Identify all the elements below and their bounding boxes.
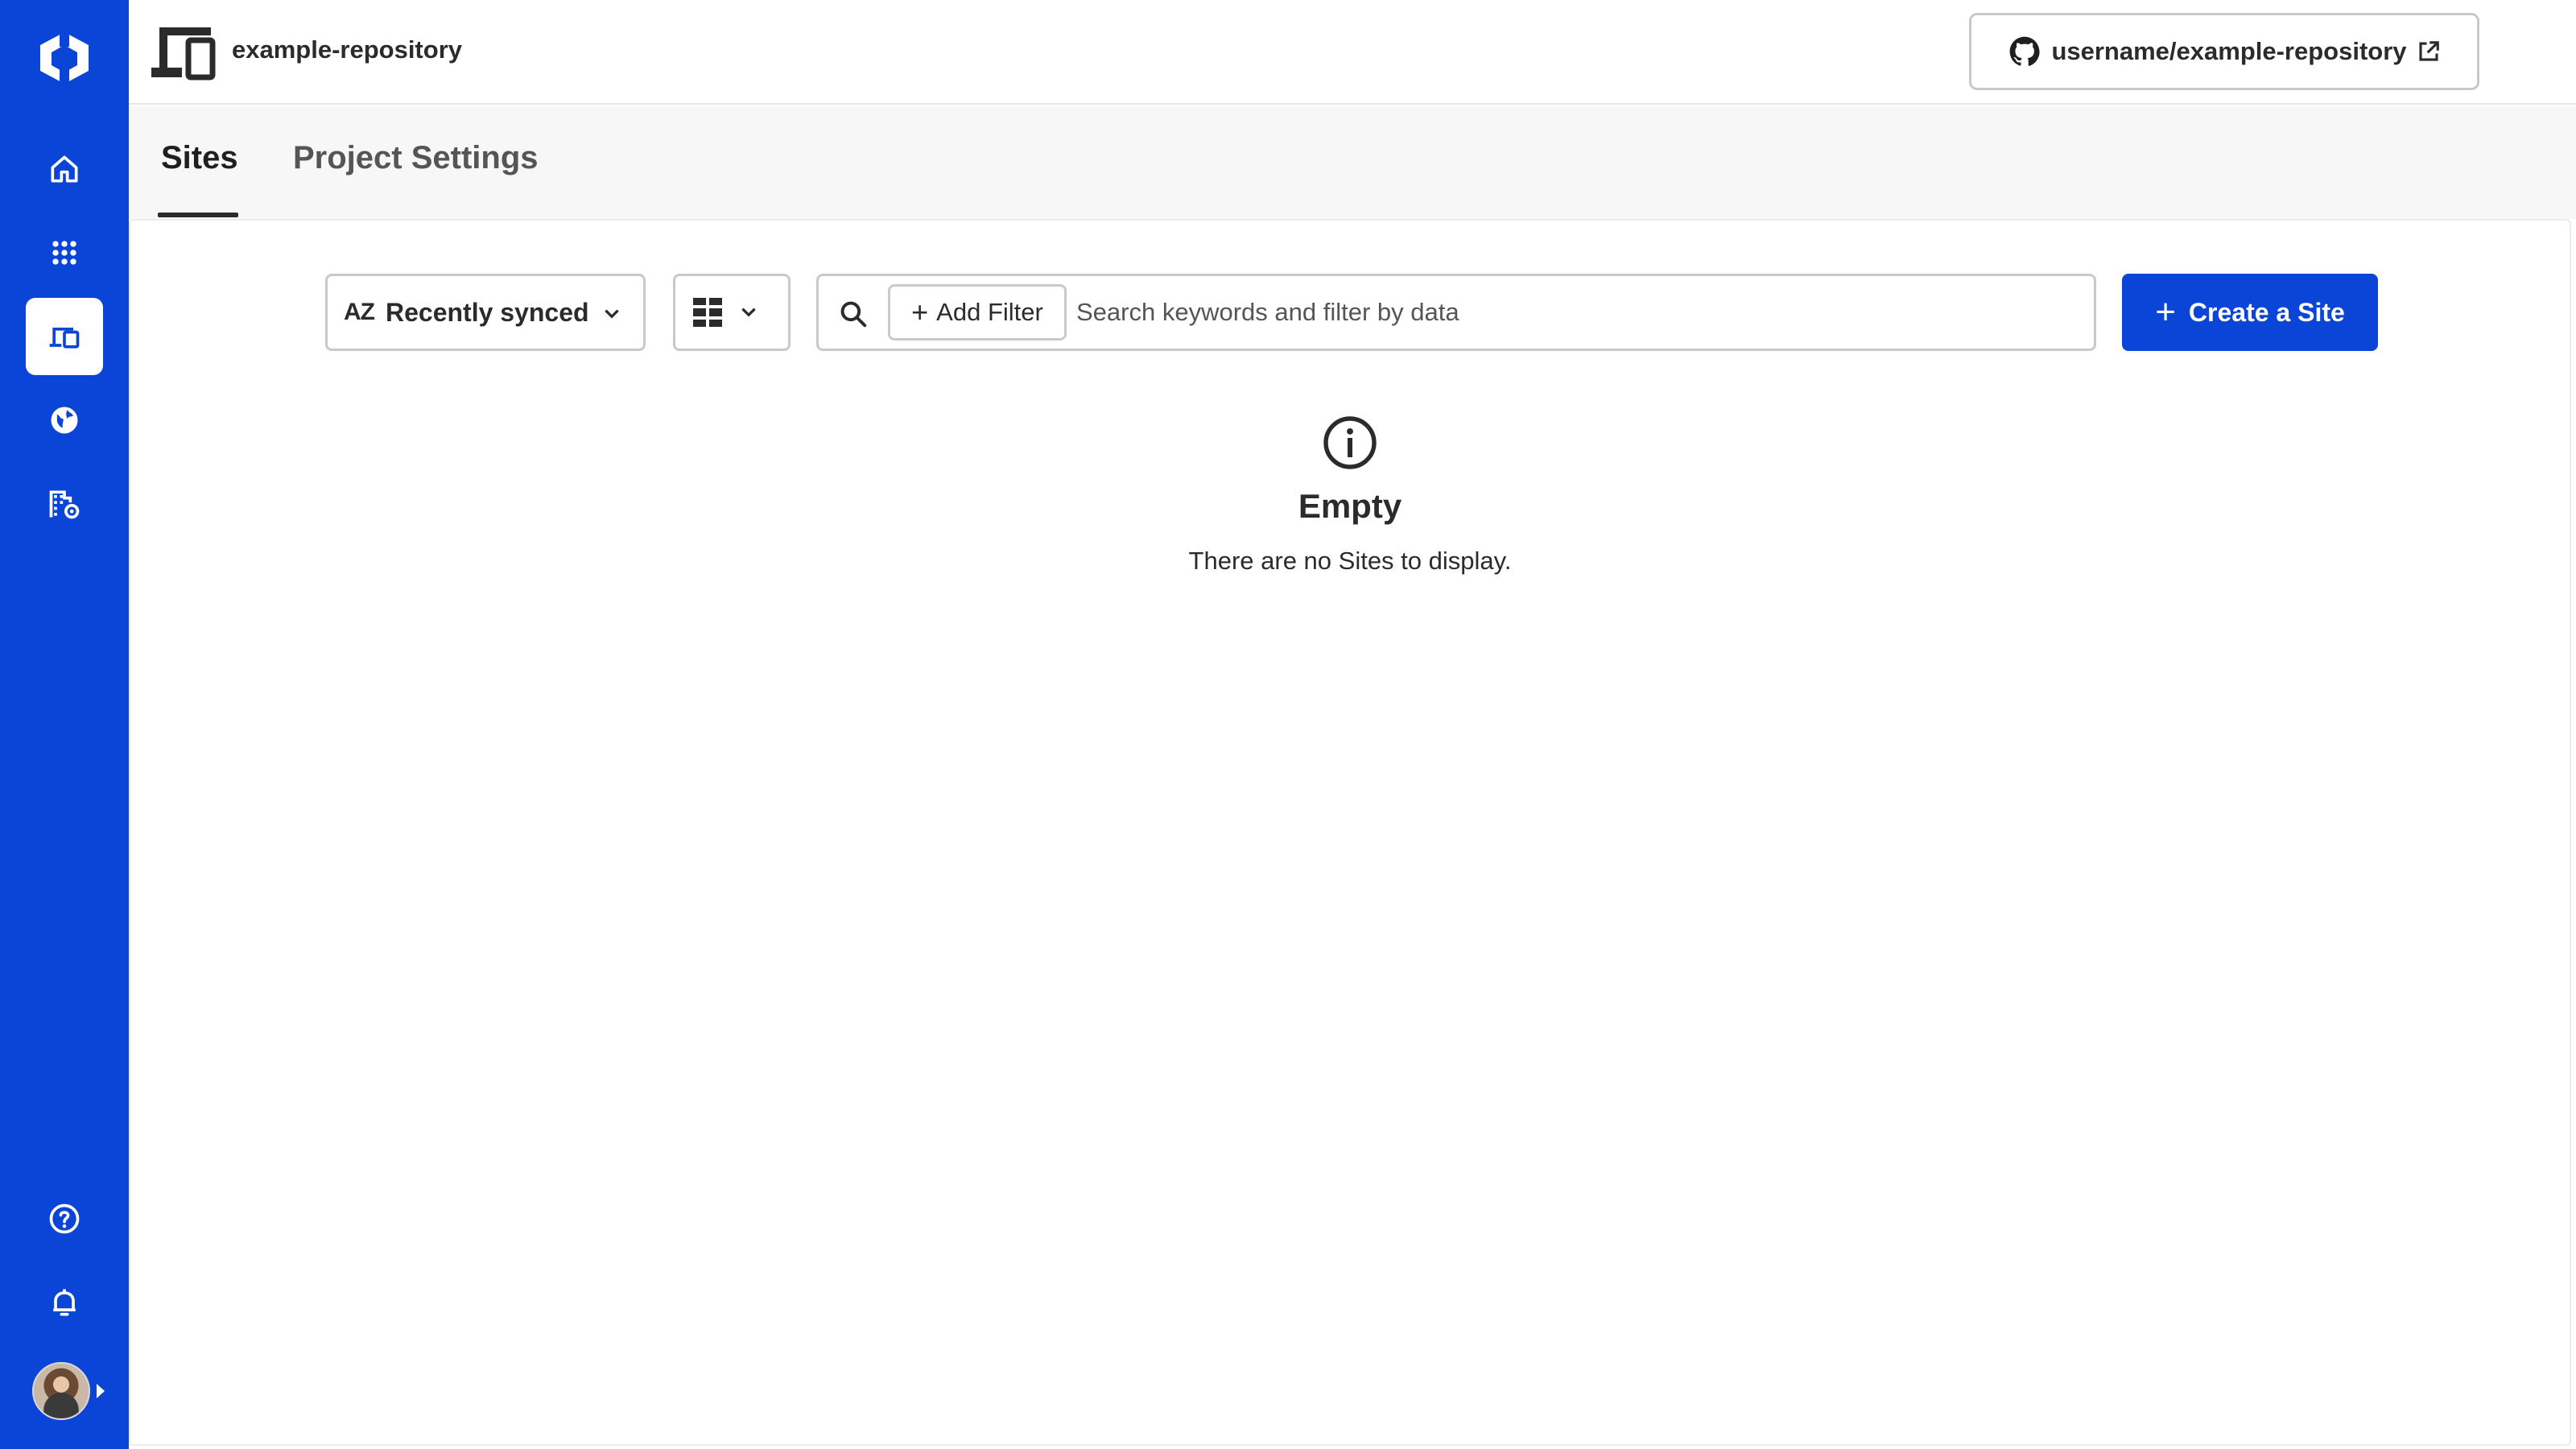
- search-icon: [840, 301, 867, 328]
- search-box[interactable]: + Add Filter: [816, 274, 2096, 351]
- repository-link-label: username/example-repository: [2051, 37, 2407, 65]
- active-tab-indicator: [158, 213, 238, 217]
- empty-state-title: Empty: [1298, 487, 1402, 525]
- building-settings-icon: [49, 490, 80, 519]
- view-mode-select[interactable]: [673, 274, 791, 351]
- help-icon: [49, 1203, 80, 1234]
- nav-notifications[interactable]: [26, 1264, 103, 1341]
- nav-projects[interactable]: [26, 298, 103, 375]
- user-menu[interactable]: [32, 1360, 113, 1422]
- chevron-down-icon: [741, 308, 756, 317]
- plus-icon: +: [911, 295, 929, 328]
- sidebar: [0, 0, 129, 1449]
- plus-icon: +: [2155, 292, 2176, 332]
- project-header: example-repository username/example-repo…: [129, 0, 2576, 105]
- chevron-down-icon: [605, 309, 619, 319]
- bell-icon: [53, 1289, 76, 1316]
- home-icon: [51, 155, 78, 183]
- sites-panel: AZ Recently synced + Add Filter Search k…: [129, 219, 2571, 1446]
- search-input[interactable]: [1076, 286, 2083, 339]
- avatar: [32, 1362, 90, 1420]
- nav-help[interactable]: [26, 1180, 103, 1257]
- add-filter-button[interactable]: + Add Filter: [888, 284, 1067, 341]
- tabs-bar: Sites Project Settings: [129, 106, 2576, 219]
- tab-project-settings[interactable]: Project Settings: [293, 140, 539, 176]
- sort-select[interactable]: AZ Recently synced: [325, 274, 646, 351]
- add-filter-label: Add Filter: [936, 298, 1043, 326]
- tab-sites[interactable]: Sites: [161, 140, 238, 176]
- nav-apps[interactable]: [26, 214, 103, 291]
- empty-state-message: There are no Sites to display.: [1188, 547, 1512, 575]
- toolbar: AZ Recently synced + Add Filter Search k…: [130, 221, 2570, 382]
- devices-icon: [151, 27, 216, 80]
- logo-icon[interactable]: [32, 29, 97, 87]
- external-link-icon: [2418, 41, 2439, 61]
- nav-organization[interactable]: [26, 465, 103, 543]
- nav-globe[interactable]: [26, 382, 103, 459]
- create-site-button[interactable]: + Create a Site: [2122, 274, 2378, 351]
- devices-icon: [49, 328, 80, 349]
- apps-grid-icon: [52, 241, 76, 265]
- github-icon: [2010, 36, 2041, 66]
- empty-state: Empty There are no Sites to display.: [130, 414, 2570, 576]
- globe-icon: [51, 407, 78, 434]
- nav-home[interactable]: [26, 130, 103, 208]
- create-site-label: Create a Site: [2188, 297, 2345, 327]
- project-name: example-repository: [232, 35, 462, 64]
- repository-link[interactable]: username/example-repository: [1969, 13, 2479, 90]
- sort-alpha-icon: AZ: [344, 299, 375, 325]
- sort-select-label: Recently synced: [386, 297, 589, 327]
- caret-right-icon: [97, 1384, 105, 1398]
- grid-view-icon: [693, 298, 722, 327]
- info-icon: [1323, 416, 1377, 469]
